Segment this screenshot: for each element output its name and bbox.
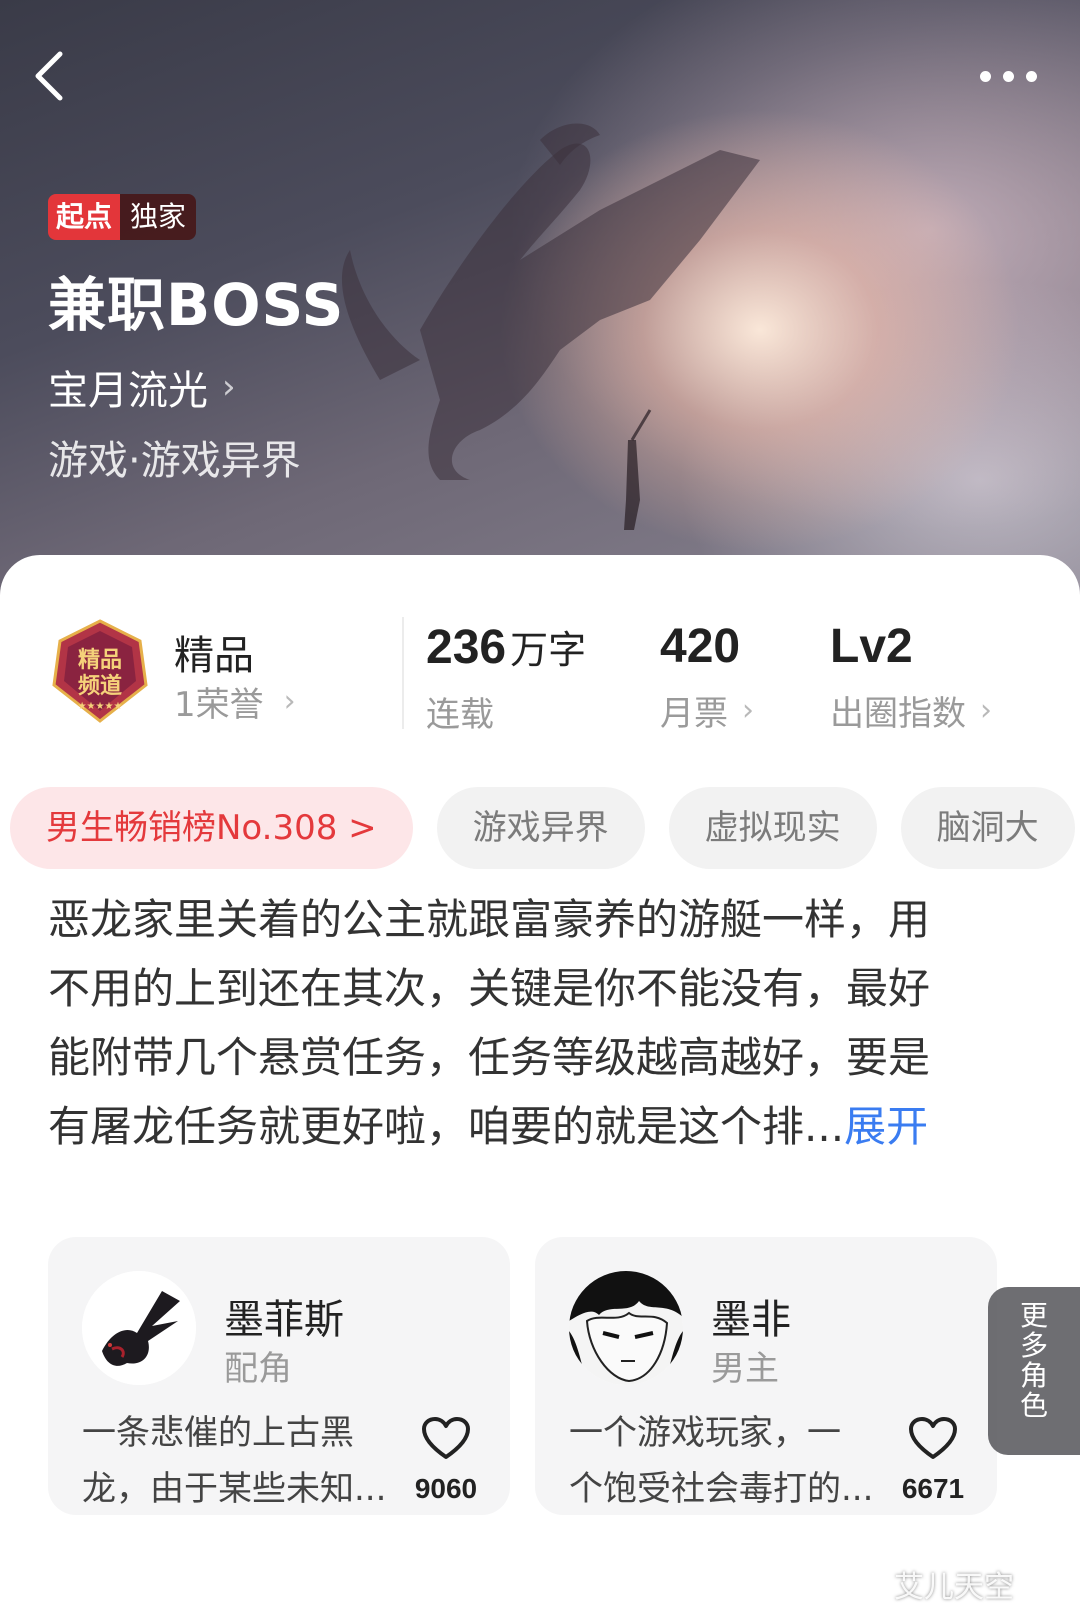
more-characters-char: 角 [1019, 1359, 1048, 1392]
honor-count: 1荣誉 [174, 685, 264, 725]
watermark: 艾儿天空 [894, 1570, 1014, 1605]
genre-tag[interactable]: 虚拟现实 [668, 787, 877, 869]
chevron-right-icon: › [222, 367, 236, 407]
more-characters-char: 色 [1019, 1389, 1048, 1422]
back-button[interactable] [30, 48, 70, 104]
character-card[interactable]: 墨菲斯 配角 一条悲催的上古黑 龙，由于某些未知... 9060 [48, 1237, 510, 1515]
more-characters-button[interactable]: 更 多 角 色 [988, 1287, 1080, 1455]
more-dots-icon [980, 70, 991, 82]
author-link[interactable]: 宝月流光 › [48, 358, 236, 416]
tag-row: 男生畅销榜No.308 > 游戏异界 虚拟现实 脑洞大 [10, 787, 1075, 869]
more-dot [1026, 70, 1037, 82]
status-label: 连载 [426, 695, 494, 735]
exclusive-badge-text: 独家 [120, 194, 197, 240]
author-name: 宝月流光 [48, 368, 208, 414]
book-genre: 游戏·游戏异界 [48, 438, 301, 484]
character-description: 一个游戏玩家，一 个饱受社会毒打的... [569, 1405, 883, 1517]
book-synopsis: 恶龙家里关着的公主就跟富豪养的游艇一样，用 不用的上到还在其次，关键是你不能没有… [48, 885, 988, 1161]
medal-stars: ★★★★★ [78, 701, 123, 712]
synopsis-line: 不用的上到还在其次，关键是你不能没有，最好 [48, 964, 931, 1013]
more-dot [1003, 70, 1014, 82]
chevron-right-icon: › [742, 693, 754, 728]
more-characters-char: 多 [1019, 1329, 1048, 1362]
book-title: 兼职BOSS [48, 271, 345, 339]
medal-text-1: 精品 [78, 647, 122, 673]
like-button[interactable]: 6671 [901, 1417, 965, 1505]
monthly-tickets-value: 420 [660, 620, 741, 673]
chevron-right-icon: › [980, 693, 992, 728]
word-count-stat: 236 万字 连载 [426, 619, 586, 736]
like-count: 9060 [414, 1473, 478, 1504]
chevron-left-icon [35, 51, 63, 101]
character-role: 配角 [224, 1349, 292, 1389]
character-description-line: 一条悲催的上古黑 [82, 1413, 354, 1453]
genre-tag[interactable]: 脑洞大 [900, 787, 1075, 869]
character-description-line: 龙，由于某些未知... [82, 1469, 387, 1509]
character-avatar [569, 1271, 683, 1385]
character-role: 男主 [711, 1349, 779, 1389]
book-info-card: 精品 频道 ★★★★★ 精品 1荣誉 › 236 万字 连载 420 月票 › Lv… [0, 555, 1080, 1624]
character-description-line: 一个游戏玩家，一 [569, 1413, 841, 1453]
like-count: 6671 [901, 1473, 965, 1504]
heart-icon [909, 1417, 957, 1459]
monthly-tickets-stat[interactable]: 420 月票 › [660, 619, 754, 735]
popularity-index-label: 出圈指数 [830, 694, 966, 734]
character-name: 墨非 [711, 1297, 791, 1343]
heart-icon [422, 1417, 470, 1459]
ranking-tag[interactable]: 男生畅销榜No.308 > [10, 787, 413, 869]
quality-medal-icon[interactable]: 精品 频道 ★★★★★ [50, 619, 150, 727]
brand-badge-text: 起点 [48, 194, 121, 240]
expand-link[interactable]: 展开 [844, 1102, 928, 1151]
popularity-index-stat[interactable]: Lv2 出圈指数 › [830, 619, 992, 735]
more-characters-char: 更 [1019, 1299, 1048, 1332]
synopsis-line: 能附带几个悬赏任务，任务等级越高越好，要是 [48, 1033, 931, 1082]
genre-tag[interactable]: 游戏异界 [436, 787, 645, 869]
hero-banner: 起点 独家 兼职BOSS 宝月流光 › 游戏·游戏异界 [0, 0, 1080, 620]
character-name: 墨菲斯 [224, 1297, 344, 1343]
honor-link[interactable]: 1荣誉 › [174, 677, 296, 726]
more-options-button[interactable] [980, 56, 1060, 96]
character-description: 一条悲催的上古黑 龙，由于某些未知... [82, 1405, 396, 1517]
character-card[interactable]: 墨非 男主 一个游戏玩家，一 个饱受社会毒打的... 6671 [535, 1237, 997, 1515]
medal-text-2: 频道 [78, 673, 122, 699]
chevron-right-icon: › [283, 684, 296, 719]
divider [402, 617, 404, 729]
like-button[interactable]: 9060 [414, 1417, 478, 1505]
synopsis-line: 有屠龙任务就更好啦，咱要的就是这个排... [48, 1102, 845, 1151]
quality-label: 精品 [174, 633, 254, 679]
popularity-index-value: Lv2 [830, 620, 913, 673]
word-count-value: 236 [426, 621, 507, 674]
exclusive-badge: 起点 独家 [48, 194, 197, 240]
character-description-line: 个饱受社会毒打的... [569, 1469, 874, 1509]
character-avatar [82, 1271, 196, 1385]
monthly-tickets-label: 月票 [660, 694, 728, 734]
word-count-unit: 万字 [510, 630, 587, 672]
synopsis-line: 恶龙家里关着的公主就跟富豪养的游艇一样，用 [48, 895, 931, 944]
